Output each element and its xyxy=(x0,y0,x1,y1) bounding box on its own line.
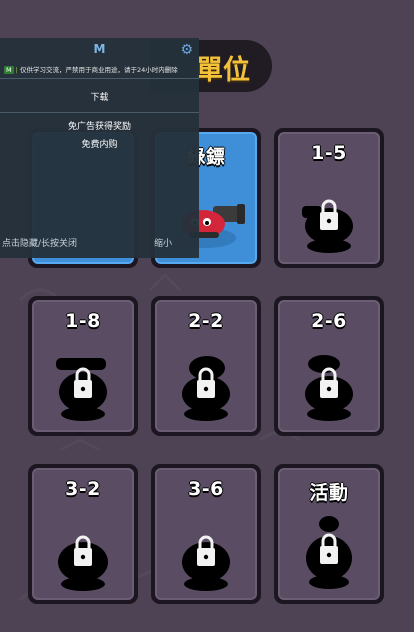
ad-free-reward-toggle[interactable]: 免广告获得奖励 xyxy=(0,119,199,132)
card-face: 3-2 xyxy=(32,468,134,600)
unit-card-6[interactable]: 2-6 xyxy=(274,296,384,436)
hide-close-hint[interactable]: 点击隐藏/长按关闭 xyxy=(2,236,77,249)
card-face: 2-6 xyxy=(278,300,380,432)
minimize-button[interactable]: 缩小 xyxy=(154,236,172,249)
locked-unit-silhouette xyxy=(302,199,353,253)
disclaimer-notice: M | 仅供学习交流，严禁用于商业用途，请于24小时内删除 xyxy=(4,66,178,74)
unit-card-9[interactable]: 活動 xyxy=(274,464,384,604)
notice-tag: M xyxy=(4,66,14,74)
free-purchase-toggle[interactable]: 免费内购 xyxy=(0,137,199,150)
mod-menu-overlay[interactable]: M ⚙ M | 仅供学习交流，严禁用于商业用途，请于24小时内删除 下载 免广告… xyxy=(0,38,199,258)
card-face: 3-6 xyxy=(155,468,257,600)
card-label: 活動 xyxy=(309,482,349,504)
locked-unit-silhouette xyxy=(182,535,230,591)
locked-unit-silhouette xyxy=(306,516,352,589)
card-label: 1-5 xyxy=(311,142,347,164)
menu-title: M xyxy=(93,42,106,56)
card-label: 2-2 xyxy=(188,310,224,332)
unit-card-8[interactable]: 3-6 xyxy=(151,464,261,604)
divider xyxy=(0,112,199,113)
card-face: 1-5 xyxy=(278,132,380,264)
unit-card-7[interactable]: 3-2 xyxy=(28,464,138,604)
locked-unit-silhouette xyxy=(182,356,230,421)
locked-unit-silhouette xyxy=(58,535,108,591)
notice-text: 仅供学习交流，严禁用于商业用途，请于24小时内删除 xyxy=(19,66,178,74)
page-title: 單位 xyxy=(196,55,250,86)
download-button[interactable]: 下载 xyxy=(0,90,199,103)
card-label: 1-8 xyxy=(65,310,101,332)
divider xyxy=(0,78,199,79)
unit-card-4[interactable]: 1-8 xyxy=(28,296,138,436)
card-face: 活動 xyxy=(278,468,380,600)
locked-unit-silhouette xyxy=(305,355,353,421)
gear-icon[interactable]: ⚙ xyxy=(180,42,193,58)
card-face: 2-2 xyxy=(155,300,257,432)
card-label: 2-6 xyxy=(311,310,347,332)
card-label: 3-2 xyxy=(65,478,101,500)
unit-card-5[interactable]: 2-2 xyxy=(151,296,261,436)
unit-card-3[interactable]: 1-5 xyxy=(274,128,384,268)
locked-unit-silhouette xyxy=(56,358,107,421)
card-label: 3-6 xyxy=(188,478,224,500)
card-face: 1-8 xyxy=(32,300,134,432)
